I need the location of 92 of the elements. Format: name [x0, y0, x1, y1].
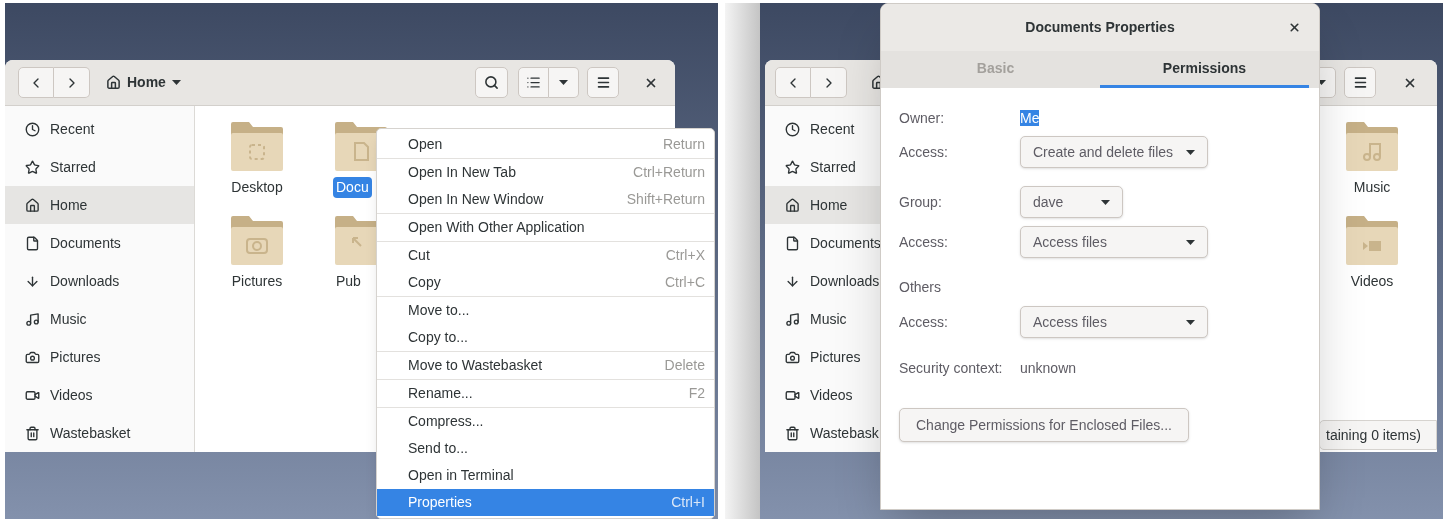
menu-icon — [595, 75, 611, 90]
field-label: Access: — [899, 312, 949, 332]
field-label: Group: — [899, 192, 943, 212]
sidebar-item[interactable]: Downloads — [5, 262, 194, 300]
shortcut-label: Shift+Return — [626, 190, 705, 209]
shortcut-label: Ctrl+Return — [633, 163, 705, 182]
caret-icon — [171, 80, 181, 85]
folder-icon — [229, 120, 285, 172]
sidebar-item-icon — [785, 235, 800, 251]
menu-item[interactable]: Rename... F2 — [377, 380, 714, 407]
view-list-button[interactable] — [518, 67, 549, 98]
shortcut-label: Ctrl+X — [665, 246, 705, 265]
menu-item[interactable]: Open in Terminal — [377, 462, 714, 489]
folder-icon — [1344, 214, 1400, 266]
menu-item[interactable]: Properties Ctrl+I — [377, 489, 714, 516]
view-options-button[interactable] — [549, 67, 579, 98]
menu-item[interactable]: Move to... — [377, 297, 714, 324]
menu-item[interactable]: Compress... — [377, 408, 714, 435]
field-label: Access: — [899, 142, 949, 162]
caret-icon — [1186, 319, 1195, 325]
shortcut-label: Delete — [664, 356, 705, 375]
sidebar-item-icon — [785, 159, 800, 175]
folder-icon — [1344, 120, 1400, 172]
caret-icon — [1186, 239, 1195, 245]
sidebar-item[interactable]: Pictures — [5, 338, 194, 376]
menu-item[interactable]: Open Return — [377, 131, 714, 158]
sidebar-item[interactable]: Documents — [5, 224, 194, 262]
caret-icon — [1101, 199, 1110, 205]
sidebar-item-icon — [785, 425, 800, 441]
field-value: unknown — [1020, 360, 1077, 376]
menu-item[interactable]: Send to... — [377, 435, 714, 462]
dropdown[interactable]: dave — [1020, 186, 1123, 218]
caret-icon — [1186, 149, 1195, 155]
status-bar: taining 0 items) — [1319, 420, 1437, 450]
folder-label[interactable]: Pub — [333, 271, 364, 292]
shortcut-label: Ctrl+C — [664, 273, 705, 292]
sidebar-item-icon — [25, 349, 40, 365]
search-button[interactable] — [475, 67, 508, 98]
tab[interactable]: Permissions — [1100, 51, 1309, 88]
sidebar-item-icon — [25, 273, 40, 289]
sidebar-item-icon — [25, 197, 40, 213]
sidebar-item[interactable]: Music — [5, 300, 194, 338]
close-icon — [1287, 21, 1301, 34]
shortcut-label: Return — [662, 135, 705, 154]
dropdown[interactable]: Create and delete files — [1020, 136, 1208, 168]
sidebar-item[interactable]: Recent — [5, 110, 194, 148]
folder-label[interactable]: Desktop — [228, 177, 286, 198]
field-label: Others — [899, 277, 941, 297]
menu-item[interactable]: Open In New Window Shift+Return — [377, 186, 714, 213]
folder-label[interactable]: Docu — [333, 177, 372, 198]
sidebar-item-icon — [785, 273, 800, 289]
search-icon — [484, 75, 499, 90]
menu-item[interactable]: Copy Ctrl+C — [377, 269, 714, 296]
sidebar-item[interactable]: Videos — [5, 376, 194, 414]
sidebar-item[interactable]: Wastebasket — [5, 414, 194, 452]
field-label: Owner: — [899, 108, 946, 128]
change-permissions-button[interactable]: Change Permissions for Enclosed Files... — [899, 408, 1189, 442]
menu-item[interactable]: Open In New Tab Ctrl+Return — [377, 159, 714, 186]
sidebar-item-icon — [785, 197, 800, 213]
dropdown[interactable]: Access files — [1020, 306, 1208, 338]
folder-label[interactable]: Pictures — [228, 271, 286, 292]
list-icon — [526, 75, 541, 90]
sidebar-item-icon — [25, 311, 40, 327]
field-label: Security context: — [899, 358, 1004, 378]
shortcut-label: F2 — [688, 384, 705, 403]
menu-item[interactable]: Move to Wastebasket Delete — [377, 352, 714, 379]
caret-icon — [559, 80, 568, 85]
sidebar-item-icon — [785, 349, 800, 365]
folder-label[interactable]: Music — [1353, 177, 1391, 198]
dialog-title: Documents Properties — [1025, 18, 1175, 37]
sidebar-item-icon — [25, 121, 40, 137]
sidebar-item-icon — [785, 121, 800, 137]
menu-button[interactable] — [1344, 67, 1376, 98]
menu-item[interactable]: Cut Ctrl+X — [377, 242, 714, 269]
location-button[interactable]: Home — [104, 72, 183, 93]
sidebar-item-icon — [25, 425, 40, 441]
sidebar-item-icon — [785, 311, 800, 327]
menu-button[interactable] — [587, 67, 619, 98]
menu-item[interactable]: Copy to... — [377, 324, 714, 351]
folder-icon — [229, 214, 285, 266]
field-value: Me — [1020, 110, 1040, 126]
folder-label[interactable]: Videos — [1350, 271, 1394, 292]
sidebar-item[interactable]: Home — [5, 186, 194, 224]
sidebar-item-icon — [25, 159, 40, 175]
shortcut-label: Ctrl+I — [671, 493, 705, 512]
sidebar-item[interactable]: Starred — [5, 148, 194, 186]
dropdown[interactable]: Access files — [1020, 226, 1208, 258]
home-icon — [106, 75, 121, 90]
sidebar-item-icon — [25, 235, 40, 251]
menu-icon — [1352, 75, 1368, 90]
menu-item[interactable]: Open With Other Application — [377, 214, 714, 241]
field-label: Access: — [899, 232, 949, 252]
